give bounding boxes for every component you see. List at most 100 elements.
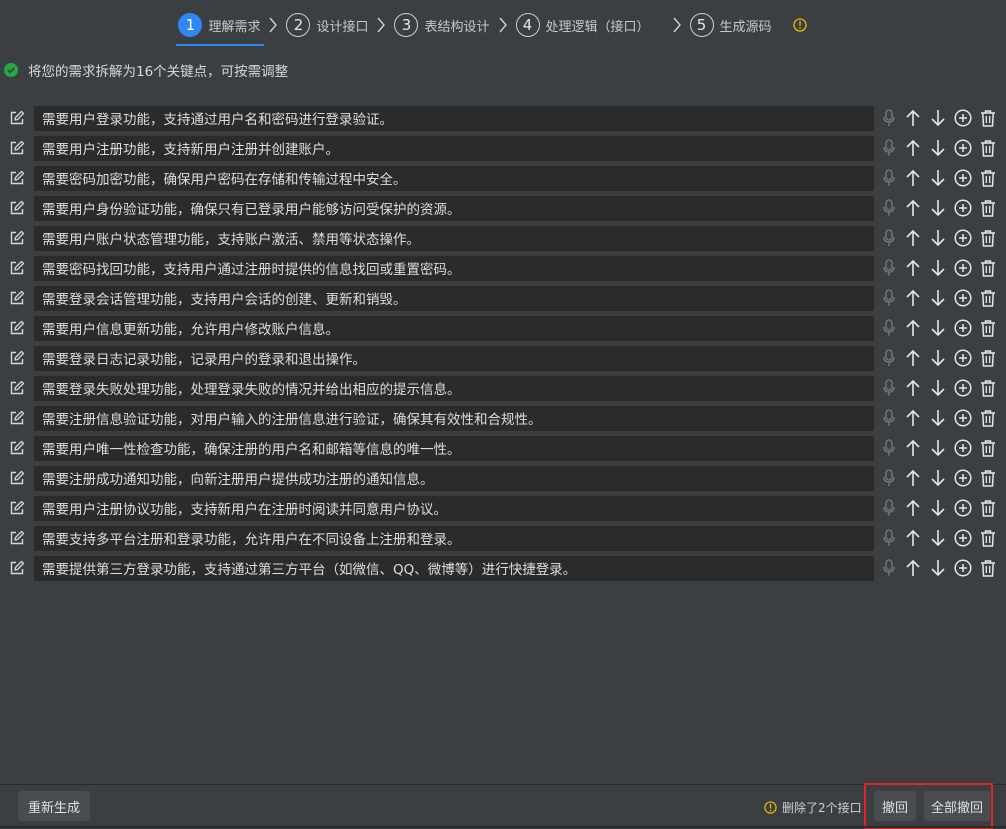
requirement-text[interactable]: 需要注册信息验证功能，对用户输入的注册信息进行验证，确保其有效性和合规性。 [34, 405, 874, 431]
plus-circle-icon[interactable] [950, 436, 975, 461]
mic-icon[interactable] [878, 106, 900, 131]
arrow-up-icon[interactable] [900, 286, 925, 311]
trash-icon[interactable] [975, 406, 1000, 431]
arrow-up-icon[interactable] [900, 346, 925, 371]
edit-icon[interactable] [0, 165, 34, 191]
trash-icon[interactable] [975, 286, 1000, 311]
mic-icon[interactable] [878, 496, 900, 521]
plus-circle-icon[interactable] [950, 286, 975, 311]
arrow-up-icon[interactable] [900, 226, 925, 251]
mic-icon[interactable] [878, 556, 900, 581]
edit-icon[interactable] [0, 225, 34, 251]
mic-icon[interactable] [878, 166, 900, 191]
arrow-down-icon[interactable] [925, 406, 950, 431]
arrow-up-icon[interactable] [900, 316, 925, 341]
edit-icon[interactable] [0, 315, 34, 341]
mic-icon[interactable] [878, 436, 900, 461]
arrow-down-icon[interactable] [925, 466, 950, 491]
edit-icon[interactable] [0, 525, 34, 551]
mic-icon[interactable] [878, 466, 900, 491]
mic-icon[interactable] [878, 346, 900, 371]
arrow-up-icon[interactable] [900, 436, 925, 461]
requirement-text[interactable]: 需要用户注册协议功能，支持新用户在注册时阅读并同意用户协议。 [34, 495, 874, 521]
edit-icon[interactable] [0, 195, 34, 221]
step-1[interactable]: 1 理解需求 [176, 0, 265, 50]
requirement-text[interactable]: 需要用户信息更新功能，允许用户修改账户信息。 [34, 315, 874, 341]
undo-all-button[interactable]: 全部撤回 [924, 791, 990, 821]
mic-icon[interactable] [878, 286, 900, 311]
mic-icon[interactable] [878, 136, 900, 161]
arrow-up-icon[interactable] [900, 136, 925, 161]
trash-icon[interactable] [975, 346, 1000, 371]
plus-circle-icon[interactable] [950, 196, 975, 221]
plus-circle-icon[interactable] [950, 106, 975, 131]
arrow-down-icon[interactable] [925, 496, 950, 521]
edit-icon[interactable] [0, 465, 34, 491]
trash-icon[interactable] [975, 556, 1000, 581]
arrow-up-icon[interactable] [900, 496, 925, 521]
step-2[interactable]: 2 设计接口 [286, 0, 368, 50]
trash-icon[interactable] [975, 436, 1000, 461]
arrow-down-icon[interactable] [925, 196, 950, 221]
arrow-down-icon[interactable] [925, 136, 950, 161]
trash-icon[interactable] [975, 526, 1000, 551]
plus-circle-icon[interactable] [950, 226, 975, 251]
edit-icon[interactable] [0, 495, 34, 521]
plus-circle-icon[interactable] [950, 466, 975, 491]
arrow-up-icon[interactable] [900, 376, 925, 401]
arrow-up-icon[interactable] [900, 526, 925, 551]
plus-circle-icon[interactable] [950, 136, 975, 161]
plus-circle-icon[interactable] [950, 376, 975, 401]
requirement-text[interactable]: 需要用户账户状态管理功能，支持账户激活、禁用等状态操作。 [34, 225, 874, 251]
mic-icon[interactable] [878, 196, 900, 221]
arrow-down-icon[interactable] [925, 286, 950, 311]
regenerate-button[interactable]: 重新生成 [18, 791, 90, 821]
arrow-down-icon[interactable] [925, 256, 950, 281]
trash-icon[interactable] [975, 496, 1000, 521]
step-3[interactable]: 3 表结构设计 [394, 0, 490, 50]
requirement-text[interactable]: 需要登录会话管理功能，支持用户会话的创建、更新和销毁。 [34, 285, 874, 311]
edit-icon[interactable] [0, 255, 34, 281]
plus-circle-icon[interactable] [950, 556, 975, 581]
trash-icon[interactable] [975, 466, 1000, 491]
trash-icon[interactable] [975, 316, 1000, 341]
requirement-text[interactable]: 需要用户身份验证功能，确保只有已登录用户能够访问受保护的资源。 [34, 195, 874, 221]
requirement-text[interactable]: 需要用户唯一性检查功能，确保注册的用户名和邮箱等信息的唯一性。 [34, 435, 874, 461]
edit-icon[interactable] [0, 105, 34, 131]
plus-circle-icon[interactable] [950, 496, 975, 521]
trash-icon[interactable] [975, 106, 1000, 131]
edit-icon[interactable] [0, 135, 34, 161]
arrow-down-icon[interactable] [925, 436, 950, 461]
arrow-up-icon[interactable] [900, 406, 925, 431]
plus-circle-icon[interactable] [950, 346, 975, 371]
arrow-up-icon[interactable] [900, 106, 925, 131]
requirement-text[interactable]: 需要密码找回功能，支持用户通过注册时提供的信息找回或重置密码。 [34, 255, 874, 281]
mic-icon[interactable] [878, 376, 900, 401]
plus-circle-icon[interactable] [950, 406, 975, 431]
plus-circle-icon[interactable] [950, 256, 975, 281]
requirement-text[interactable]: 需要用户注册功能，支持新用户注册并创建账户。 [34, 135, 874, 161]
arrow-down-icon[interactable] [925, 166, 950, 191]
plus-circle-icon[interactable] [950, 166, 975, 191]
arrow-down-icon[interactable] [925, 316, 950, 341]
mic-icon[interactable] [878, 526, 900, 551]
edit-icon[interactable] [0, 285, 34, 311]
trash-icon[interactable] [975, 376, 1000, 401]
requirement-text[interactable]: 需要注册成功通知功能，向新注册用户提供成功注册的通知信息。 [34, 465, 874, 491]
arrow-up-icon[interactable] [900, 556, 925, 581]
requirement-text[interactable]: 需要登录日志记录功能，记录用户的登录和退出操作。 [34, 345, 874, 371]
trash-icon[interactable] [975, 256, 1000, 281]
trash-icon[interactable] [975, 136, 1000, 161]
trash-icon[interactable] [975, 196, 1000, 221]
requirement-text[interactable]: 需要提供第三方登录功能，支持通过第三方平台（如微信、QQ、微博等）进行快捷登录。 [34, 555, 874, 581]
info-circle-icon[interactable] [792, 17, 808, 33]
requirement-text[interactable]: 需要登录失败处理功能，处理登录失败的情况并给出相应的提示信息。 [34, 375, 874, 401]
arrow-up-icon[interactable] [900, 166, 925, 191]
edit-icon[interactable] [0, 375, 34, 401]
requirement-text[interactable]: 需要密码加密功能，确保用户密码在存储和传输过程中安全。 [34, 165, 874, 191]
requirement-text[interactable]: 需要用户登录功能，支持通过用户名和密码进行登录验证。 [34, 105, 874, 131]
trash-icon[interactable] [975, 166, 1000, 191]
trash-icon[interactable] [975, 226, 1000, 251]
arrow-down-icon[interactable] [925, 106, 950, 131]
mic-icon[interactable] [878, 316, 900, 341]
